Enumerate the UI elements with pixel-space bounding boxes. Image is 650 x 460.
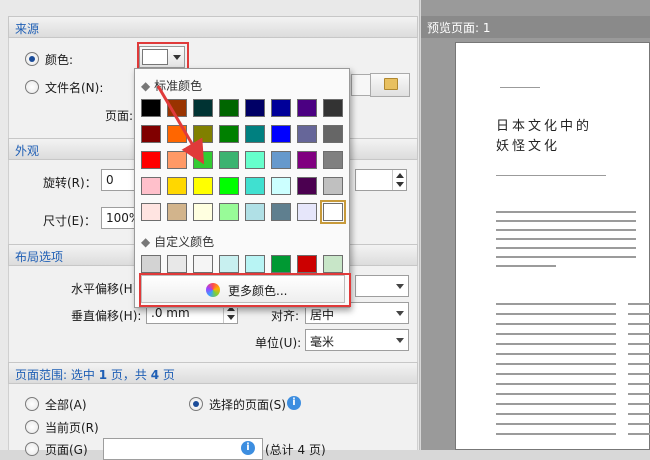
annotation-arrow	[156, 85, 205, 165]
